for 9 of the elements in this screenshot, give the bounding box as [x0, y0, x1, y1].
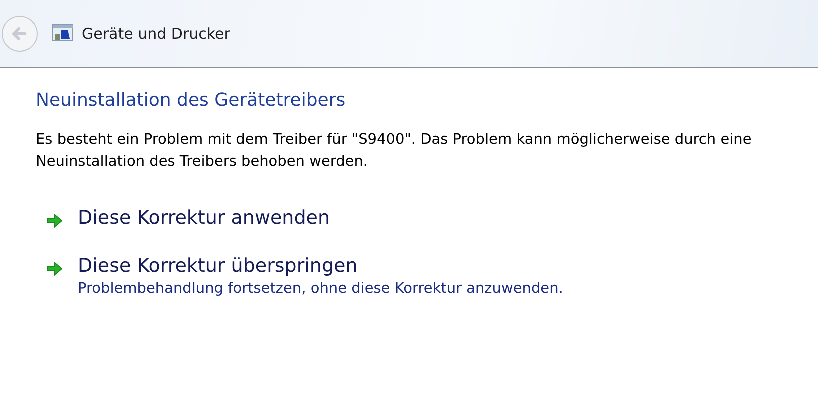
- arrow-icon: [46, 213, 64, 229]
- option-link[interactable]: Diese Korrektur anwenden: [78, 207, 330, 229]
- heading: Neuinstallation des Gerätetreibers: [36, 90, 347, 111]
- back-button[interactable]: [2, 16, 38, 52]
- window-title: Geräte und Drucker: [82, 24, 230, 42]
- option-link[interactable]: Diese Korrektur überspringen: [78, 255, 358, 277]
- message-text: Es besteht ein Problem mit dem Treiber für "S9400". Das Problem kann möglicherweise durch eine Neuinstallation des Treibers behoben werden.: [36, 131, 753, 172]
- option-description: Problembehandlung fortsetzen, ohne diese Korrektur anzuwenden.: [78, 281, 564, 297]
- arrow-icon: [46, 261, 64, 277]
